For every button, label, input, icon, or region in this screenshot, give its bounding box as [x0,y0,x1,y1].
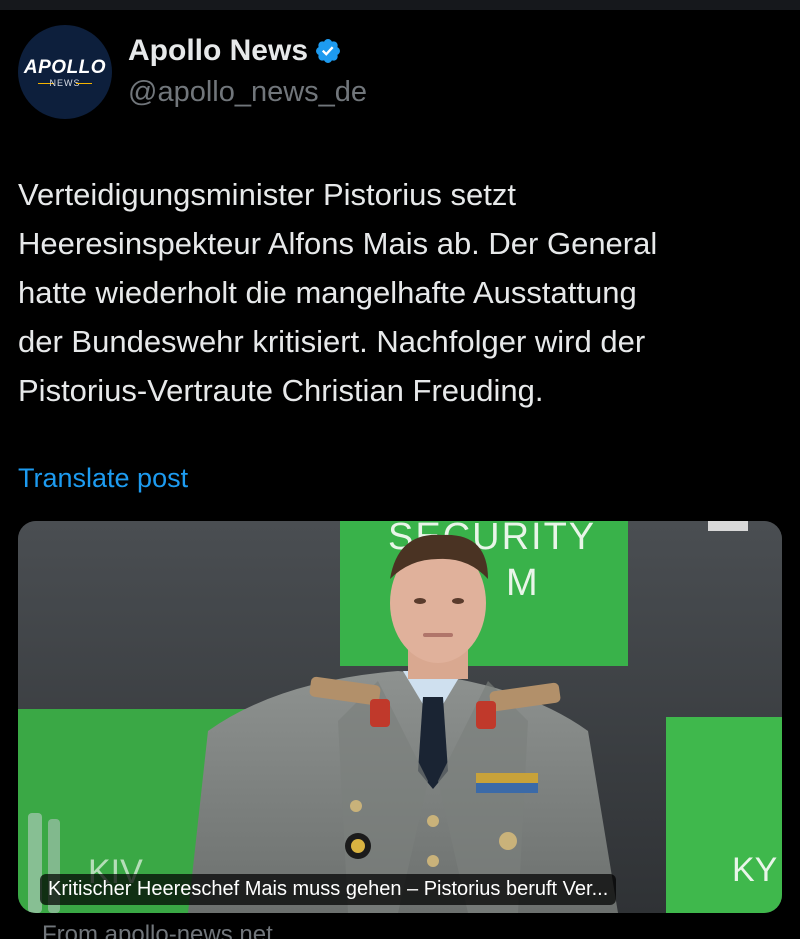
display-name-row: Apollo News [128,32,367,70]
post-detail-view: APOLLO NEWS Apollo News @apollo_news_de … [0,0,800,939]
svg-text:KY: KY [732,851,777,889]
link-preview-caption[interactable]: Kritischer Heereschef Mais muss gehen – … [40,874,617,905]
avatar-logo-word: APOLLO [23,57,107,78]
avatar-logo-sub: NEWS [49,78,81,88]
post-text: Verteidigungsminister Pistorius setzt He… [18,177,658,408]
display-name[interactable]: Apollo News [128,32,308,70]
link-source-domain[interactable]: From apollo-news.net [42,921,273,939]
sign-text-m: M [506,562,538,604]
article-photo: SECURITY M KY KIV [18,521,782,913]
link-preview-card[interactable]: SECURITY M KY KIV Kritischer Heereschef … [18,521,782,913]
avatar[interactable]: APOLLO NEWS [18,25,112,119]
avatar-logo-line-right [76,83,92,84]
translate-post-link[interactable]: Translate post [18,463,188,494]
author-names: Apollo News @apollo_news_de [128,32,367,112]
user-handle[interactable]: @apollo_news_de [128,72,367,112]
top-edge-bar [0,0,800,10]
verified-badge-icon [314,37,342,65]
post-author-header: APOLLO NEWS Apollo News @apollo_news_de [18,24,367,120]
